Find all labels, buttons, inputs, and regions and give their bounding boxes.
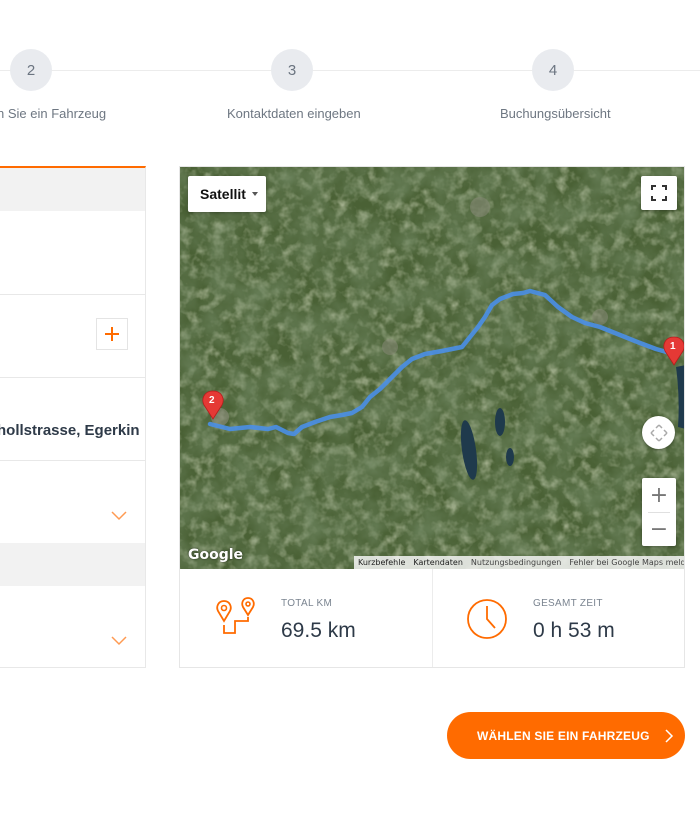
- clock-icon: [467, 599, 507, 639]
- keyboard-shortcuts-link[interactable]: Kurzbefehle: [354, 556, 409, 569]
- total-time-value: 0 h 53 m: [533, 619, 615, 642]
- caret-down-icon: [251, 192, 258, 196]
- street-view-pan-button[interactable]: [642, 416, 675, 449]
- total-km-value: 69.5 km: [281, 619, 356, 642]
- choose-vehicle-label: WÄHLEN SIE EIN FAHRZEUG: [477, 728, 650, 743]
- map-marker-1-label: 1: [670, 341, 676, 352]
- total-time-label: GESAMT ZEIT: [533, 598, 603, 609]
- step-4-label: Buchungsübersicht: [500, 106, 611, 121]
- zoom-in-button[interactable]: +: [642, 478, 676, 512]
- step-2-circle[interactable]: 2: [10, 49, 52, 91]
- form-dropdown-2[interactable]: [0, 586, 145, 667]
- satellite-map[interactable]: 1 2 Satellit + − Google Kurzbefehle Kart…: [180, 167, 684, 569]
- stats-divider: [432, 569, 433, 667]
- map-attribution: Kurzbefehle Kartendaten Nutzungsbedingun…: [354, 556, 684, 569]
- form-section-header: [0, 543, 145, 586]
- choose-vehicle-button[interactable]: WÄHLEN SIE EIN FAHRZEUG: [447, 712, 685, 759]
- google-logo[interactable]: Google: [188, 547, 243, 563]
- map-data-link[interactable]: Kartendaten: [409, 556, 467, 569]
- add-stop-button[interactable]: [96, 318, 128, 350]
- plus-icon: [105, 327, 119, 341]
- total-km-label: TOTAL KM: [281, 598, 333, 609]
- stepper-line: [0, 70, 700, 71]
- map-type-label: Satellit: [200, 186, 246, 202]
- map-marker-2-label: 2: [209, 395, 215, 406]
- form-field-start[interactable]: [0, 211, 145, 294]
- route-form-card: hollstrasse, Egerkin: [0, 166, 146, 668]
- fullscreen-icon: [651, 185, 667, 201]
- chevron-down-icon[interactable]: [110, 510, 128, 522]
- report-error-link[interactable]: Fehler bei Google Maps melden: [565, 556, 684, 569]
- chevron-right-icon: [665, 728, 673, 743]
- route-stats: TOTAL KM 69.5 km GESAMT ZEIT 0 h 53 m: [180, 569, 684, 667]
- destination-address-input[interactable]: hollstrasse, Egerkin: [0, 422, 140, 439]
- route-pin-icon: [216, 597, 255, 634]
- step-2-label: n Sie ein Fahrzeug: [0, 106, 107, 121]
- chevron-down-icon[interactable]: [110, 635, 128, 647]
- route-map-card: 1 2 Satellit + − Google Kurzbefehle Kart…: [179, 166, 685, 668]
- fullscreen-button[interactable]: [641, 176, 677, 210]
- map-terrain: [180, 167, 684, 569]
- form-dropdown-1[interactable]: [0, 461, 145, 543]
- step-3-circle[interactable]: 3: [271, 49, 313, 91]
- map-type-button[interactable]: Satellit: [188, 176, 266, 212]
- divider: [0, 377, 145, 378]
- terms-link[interactable]: Nutzungsbedingungen: [467, 556, 565, 569]
- form-section-header: [0, 168, 145, 211]
- step-3-label: Kontaktdaten eingeben: [227, 106, 361, 121]
- zoom-out-button[interactable]: −: [642, 512, 676, 546]
- pan-arrows-icon: [649, 423, 668, 442]
- step-4-circle[interactable]: 4: [532, 49, 574, 91]
- zoom-control: + −: [642, 478, 676, 546]
